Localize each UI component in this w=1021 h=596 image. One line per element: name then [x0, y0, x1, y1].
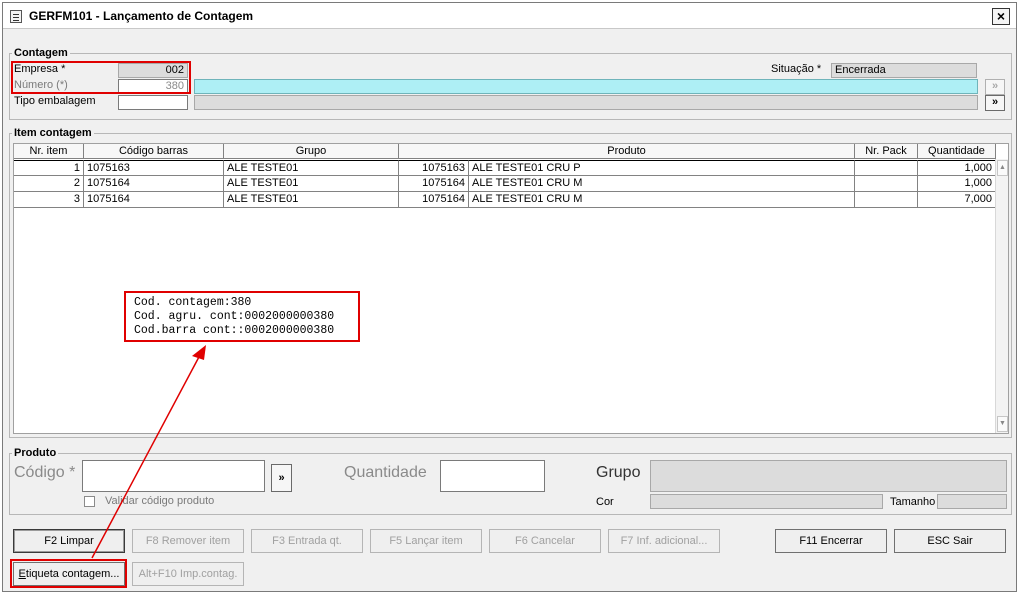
arrow-line [91, 354, 201, 559]
arrow-head-icon [192, 345, 206, 360]
annotation-arrow [91, 345, 206, 559]
